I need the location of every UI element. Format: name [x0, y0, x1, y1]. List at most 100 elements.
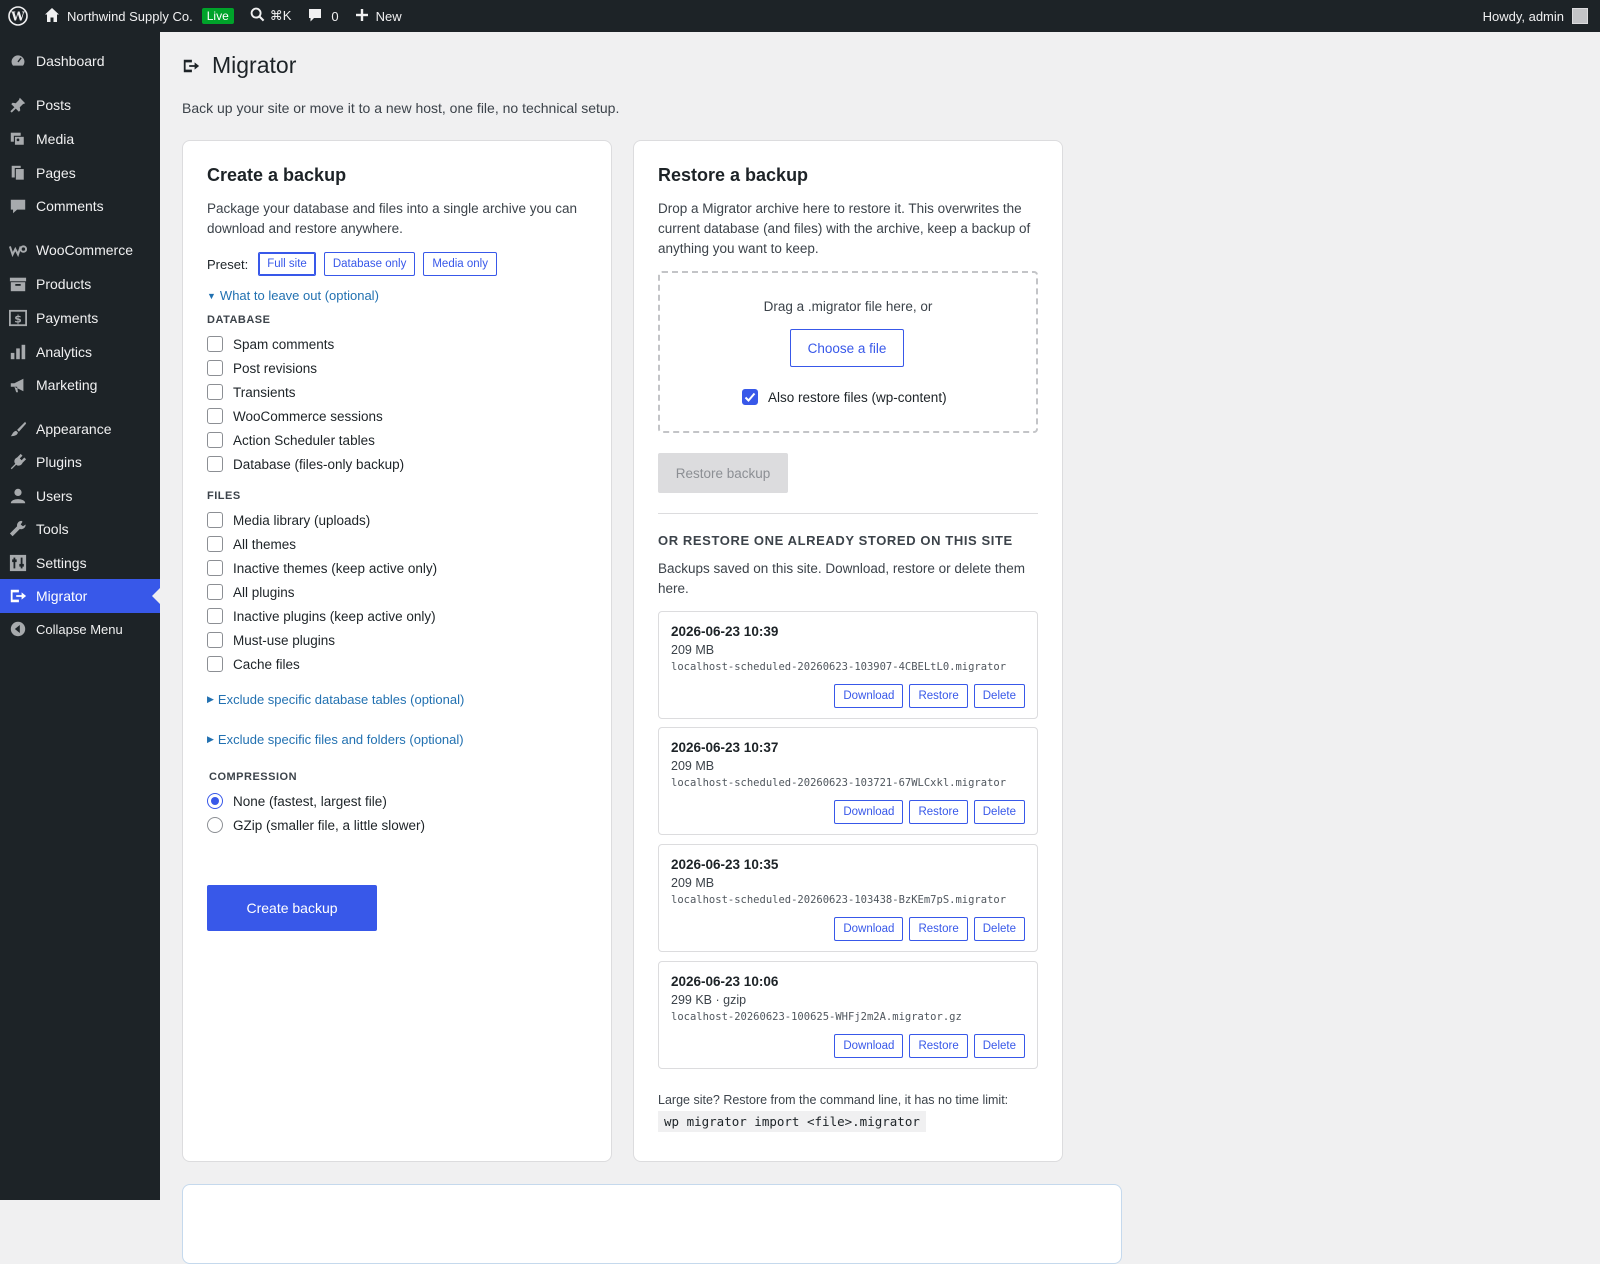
sidebar-item-pages[interactable]: Pages: [0, 156, 160, 190]
new-content-link[interactable]: New: [347, 0, 410, 32]
download-button[interactable]: Download: [834, 917, 904, 941]
file-dropzone[interactable]: Drag a .migrator file here, or Choose a …: [658, 271, 1038, 433]
cli-command: wp migrator import <file>.migrator: [658, 1111, 926, 1132]
backup-size: 209 MB: [671, 643, 715, 657]
checkbox-row[interactable]: Must-use plugins: [207, 632, 335, 648]
leave-out-toggle[interactable]: ▼ What to leave out (optional): [207, 288, 379, 303]
cache-files-checkbox[interactable]: [207, 656, 223, 672]
page-title: Migrator: [212, 52, 297, 78]
action-scheduler-checkbox[interactable]: [207, 432, 223, 448]
compression-none-radio[interactable]: [207, 793, 223, 809]
create-backup-title: Create a backup: [207, 165, 347, 185]
inactive-themes-checkbox[interactable]: [207, 560, 223, 576]
sidebar-item-plugins[interactable]: Plugins: [0, 445, 160, 479]
sliders-icon: [0, 554, 36, 572]
checkbox-row[interactable]: All plugins: [207, 584, 295, 600]
checkbox-row[interactable]: Database (files-only backup): [207, 456, 404, 472]
compression-gzip-radio[interactable]: [207, 817, 223, 833]
media-icon: [0, 130, 36, 148]
also-restore-files-row[interactable]: Also restore files (wp-content): [742, 389, 947, 405]
radio-row[interactable]: GZip (smaller file, a little slower): [207, 817, 425, 833]
restore-button[interactable]: Restore: [909, 684, 968, 708]
exclude-tables-toggle[interactable]: ▶ Exclude specific database tables (opti…: [207, 692, 464, 707]
sidebar-item-marketing[interactable]: Marketing: [0, 368, 160, 402]
download-button[interactable]: Download: [834, 684, 904, 708]
sidebar-item-label: Dashboard: [36, 53, 105, 69]
checkbox-label: Must-use plugins: [233, 632, 336, 648]
restore-button[interactable]: Restore: [909, 917, 968, 941]
collapse-menu-button[interactable]: Collapse Menu: [0, 612, 160, 646]
restore-button[interactable]: Restore: [909, 800, 968, 824]
create-backup-card: Create a backup Package your database an…: [182, 140, 612, 1162]
database-files-only-checkbox[interactable]: [207, 456, 223, 472]
delete-button[interactable]: Delete: [973, 917, 1025, 941]
sidebar-item-woocommerce[interactable]: WooCommerce: [0, 233, 160, 267]
preset-database-only-button[interactable]: Database only: [323, 252, 416, 276]
description-line: here.: [658, 581, 689, 596]
exclude-files-toggle[interactable]: ▶ Exclude specific files and folders (op…: [207, 732, 464, 747]
all-plugins-checkbox[interactable]: [207, 584, 223, 600]
checkbox-row[interactable]: Transients: [207, 384, 296, 400]
media-library-checkbox[interactable]: [207, 512, 223, 528]
howdy-text: Howdy, admin: [1482, 8, 1564, 24]
account-menu[interactable]: Howdy, admin: [1475, 0, 1600, 32]
all-themes-checkbox[interactable]: [207, 536, 223, 552]
checkbox-row[interactable]: Action Scheduler tables: [207, 432, 375, 448]
restore-button[interactable]: Restore: [909, 1034, 968, 1058]
backup-date: 2026-06-23 10:35: [671, 857, 779, 872]
checkbox-row[interactable]: WooCommerce sessions: [207, 408, 383, 424]
download-button[interactable]: Download: [834, 800, 904, 824]
spam-comments-checkbox[interactable]: [207, 336, 223, 352]
sidebar-item-users[interactable]: Users: [0, 479, 160, 513]
comments-link[interactable]: 0: [299, 0, 346, 32]
site-name-link[interactable]: Northwind Supply Co. Live: [36, 0, 242, 32]
sidebar-item-payments[interactable]: $ Payments: [0, 301, 160, 335]
woocommerce-sessions-checkbox[interactable]: [207, 408, 223, 424]
checkbox-row[interactable]: Cache files: [207, 656, 300, 672]
must-use-plugins-checkbox[interactable]: [207, 632, 223, 648]
wordpress-logo-icon[interactable]: W: [0, 0, 36, 32]
preset-media-only-button[interactable]: Media only: [423, 252, 497, 276]
checkbox-row[interactable]: Spam comments: [207, 336, 334, 352]
dollar-icon: $: [0, 309, 36, 327]
choose-file-button[interactable]: Choose a file: [790, 329, 904, 367]
sidebar-item-migrator[interactable]: Migrator: [0, 579, 160, 613]
post-revisions-checkbox[interactable]: [207, 360, 223, 376]
triangle-right-icon: ▶: [207, 694, 214, 704]
checkbox-row[interactable]: Post revisions: [207, 360, 317, 376]
sidebar-item-appearance[interactable]: Appearance: [0, 412, 160, 446]
brush-icon: [0, 420, 36, 438]
download-button[interactable]: Download: [834, 1034, 904, 1058]
sidebar-item-settings[interactable]: Settings: [0, 546, 160, 580]
delete-button[interactable]: Delete: [973, 684, 1025, 708]
sidebar-item-analytics[interactable]: Analytics: [0, 335, 160, 369]
checkbox-row[interactable]: Inactive themes (keep active only): [207, 560, 437, 576]
restore-backup-title: Restore a backup: [658, 165, 809, 185]
svg-text:$: $: [14, 313, 22, 326]
checkbox-row[interactable]: Inactive plugins (keep active only): [207, 608, 436, 624]
sidebar-item-label: Pages: [36, 165, 76, 181]
sidebar-item-dashboard[interactable]: Dashboard: [0, 44, 160, 78]
create-backup-button[interactable]: Create backup: [207, 885, 377, 931]
backup-actions: Download Restore Delete: [834, 917, 1025, 941]
archive-icon: [0, 275, 36, 293]
inactive-plugins-checkbox[interactable]: [207, 608, 223, 624]
preset-full-site-button[interactable]: Full site: [258, 252, 316, 276]
sidebar-item-media[interactable]: Media: [0, 122, 160, 156]
sidebar-item-tools[interactable]: Tools: [0, 512, 160, 546]
restore-backup-button[interactable]: Restore backup: [658, 453, 788, 493]
search-icon: [250, 7, 265, 25]
transients-checkbox[interactable]: [207, 384, 223, 400]
checkbox-row[interactable]: All themes: [207, 536, 296, 552]
delete-button[interactable]: Delete: [973, 1034, 1025, 1058]
delete-button[interactable]: Delete: [973, 800, 1025, 824]
checkbox-row[interactable]: Media library (uploads): [207, 512, 370, 528]
sidebar-item-posts[interactable]: Posts: [0, 88, 160, 122]
sidebar-item-products[interactable]: Products: [0, 267, 160, 301]
radio-row[interactable]: None (fastest, largest file): [207, 793, 387, 809]
backup-filename: localhost-scheduled-20260623-103907-4CBE…: [671, 661, 1007, 673]
also-restore-files-checkbox[interactable]: [742, 389, 758, 405]
sidebar-item-comments[interactable]: Comments: [0, 189, 160, 223]
command-search-button[interactable]: ⌘K: [242, 0, 300, 32]
exclude-files-label: Exclude specific files and folders (opti…: [217, 732, 464, 747]
